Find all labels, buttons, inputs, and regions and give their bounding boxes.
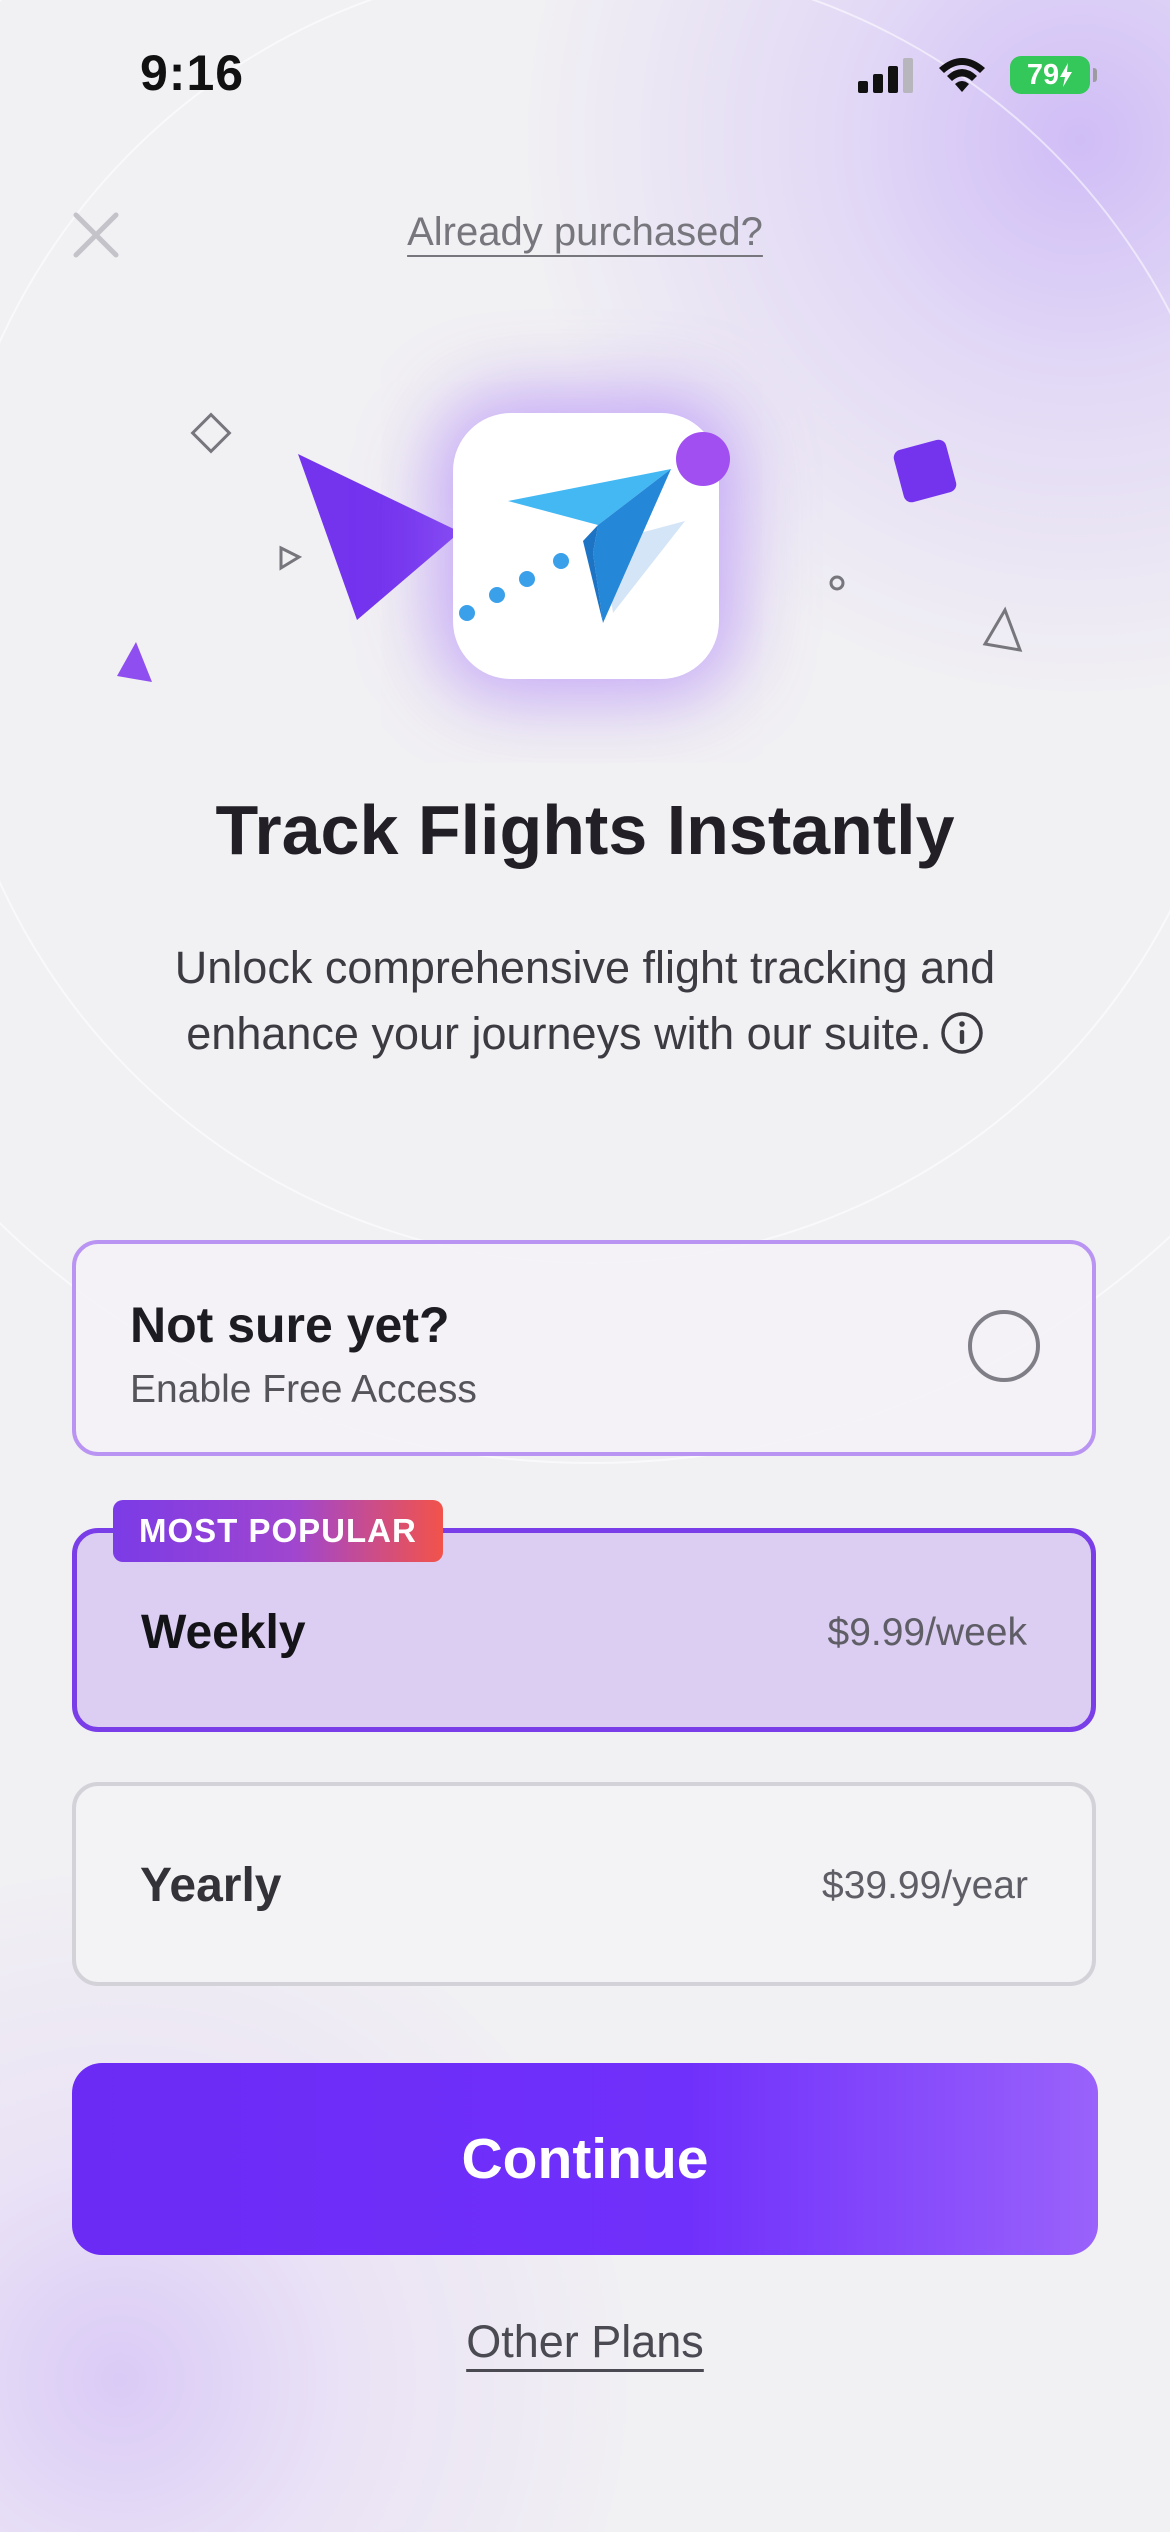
free-access-subtitle: Enable Free Access <box>130 1368 477 1411</box>
free-access-radio[interactable] <box>968 1310 1040 1382</box>
paywall-screen: 9:16 79 Already purchased? Track Flights… <box>0 0 1170 2532</box>
status-time: 9:16 <box>140 45 245 101</box>
free-access-option[interactable]: Not sure yet? Enable Free Access <box>72 1240 1096 1456</box>
charging-bolt-icon <box>1060 63 1073 87</box>
weekly-plan-price: $9.99/week <box>827 1611 1027 1654</box>
notification-dot-icon <box>676 432 730 486</box>
other-plans-link[interactable]: Other Plans <box>466 2316 704 2367</box>
battery-indicator: 79 <box>1010 56 1097 94</box>
info-icon[interactable] <box>940 1011 984 1055</box>
page-subtitle: Unlock comprehensive flight tracking and… <box>100 935 1070 1067</box>
small-circle-shape <box>829 575 845 591</box>
outline-diamond-shape <box>190 412 232 454</box>
app-icon <box>453 413 730 679</box>
yearly-plan-option[interactable]: Yearly $39.99/year <box>72 1782 1096 1986</box>
purple-triangle-shape <box>298 454 460 620</box>
yearly-plan-price: $39.99/year <box>822 1864 1028 1907</box>
cellular-signal-icon <box>858 58 913 93</box>
free-access-title: Not sure yet? <box>130 1297 450 1353</box>
other-plans-row: Other Plans <box>0 2316 1170 2368</box>
outline-triangle-shape <box>279 545 303 571</box>
continue-button[interactable]: Continue <box>72 2063 1098 2255</box>
wifi-icon <box>939 58 985 92</box>
status-icons: 79 <box>858 56 1097 94</box>
yearly-plan-name: Yearly <box>140 1859 282 1912</box>
page-title: Track Flights Instantly <box>215 791 955 869</box>
already-purchased-link[interactable]: Already purchased? <box>407 210 763 254</box>
most-popular-badge: MOST POPULAR <box>113 1500 443 1562</box>
purple-square-shape <box>893 439 957 503</box>
hero-illustration <box>0 380 1170 740</box>
battery-level: 79 <box>1026 58 1060 91</box>
already-purchased-link-row: Already purchased? <box>0 210 1170 255</box>
weekly-plan-name: Weekly <box>141 1606 306 1659</box>
small-purple-triangle-shape <box>117 642 152 682</box>
subtitle-text: Unlock comprehensive flight tracking and… <box>174 942 996 1059</box>
outline-triangle-right-shape <box>982 606 1023 652</box>
